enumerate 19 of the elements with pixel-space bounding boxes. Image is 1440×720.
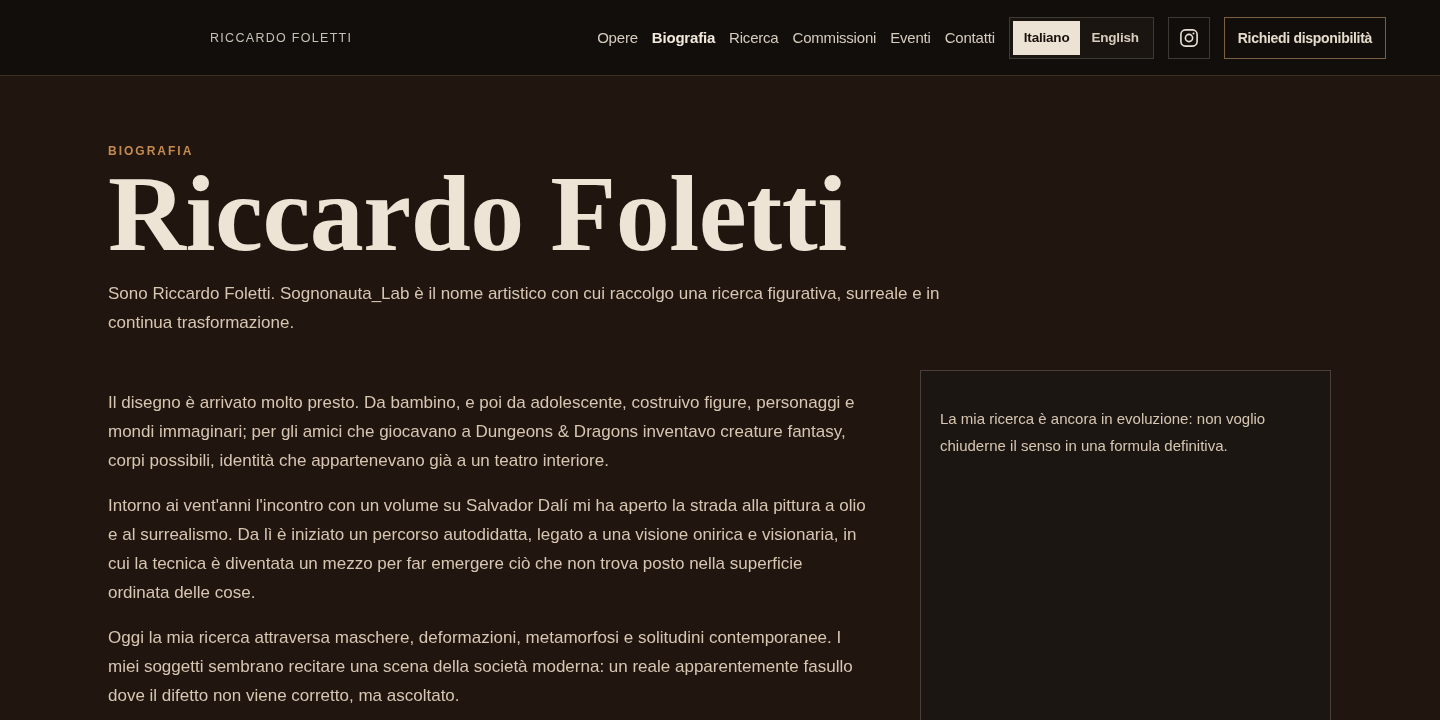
nav-link[interactable]: Ricerca <box>729 29 779 46</box>
body-paragraph: Oggi la mia ricerca attraversa maschere, deformazioni, metamorfosi e solitudini contemporanee. I miei soggetti sembrano recitare una scena della società moderna: un reale apparentemente fasullo dove il difetto non viene corretto, ma ascoltato. <box>108 627 854 707</box>
body-paragraph: Intorno ai vent'anni l'incontro con un volume su Salvador Dalí mi ha aperto la strada alla pittura a olio e al surrealismo. Da lì è iniziato un percorso autodidatta, legato a una visione onirica e visionaria, in cui la tecnica è diventata un mezzo per far emergere ciò che non trova posto nella superficie ordinata delle cose. <box>108 495 866 604</box>
language-button[interactable]: Italiano <box>1012 20 1081 55</box>
body-paragraph: Il disegno è arrivato molto presto. Da bambino, e poi da adolescente, costruivo figure, personaggi e mondi immaginari; per gli amici che giocavano a Dungeons & Dragons inventavo creature fantasy, corpi possibili, identità che appartenevano già a un teatro interiore. <box>108 392 856 472</box>
nav-link[interactable]: Eventi <box>890 29 931 46</box>
camera-icon <box>1179 28 1198 47</box>
brand-link[interactable]: RICCARDO FOLETTI <box>210 30 353 45</box>
nav-link[interactable]: Contatti <box>944 29 995 46</box>
social-link-button[interactable] <box>1167 16 1210 59</box>
intro-paragraph: Sono Riccardo Foletti. Sognonauta_Lab è il nome artistico con cui raccolgo una ricerca figurativa, surreale e in continua trasformazione. <box>108 283 941 334</box>
nav-link[interactable]: Opere <box>597 29 638 46</box>
nav-link[interactable]: Commissioni <box>792 29 877 46</box>
page-title: Riccardo Foletti <box>108 164 848 264</box>
availability-button[interactable]: Richiedi disponibilità <box>1223 16 1386 59</box>
language-button[interactable]: English <box>1080 20 1150 55</box>
nav-link[interactable]: Biografia <box>651 29 716 46</box>
section-label: BIOGRAFIA <box>108 144 195 158</box>
quote-text: La mia ricerca è ancora in evoluzione: non voglio chiuderne il senso in una formula definitiva. <box>940 409 1267 456</box>
